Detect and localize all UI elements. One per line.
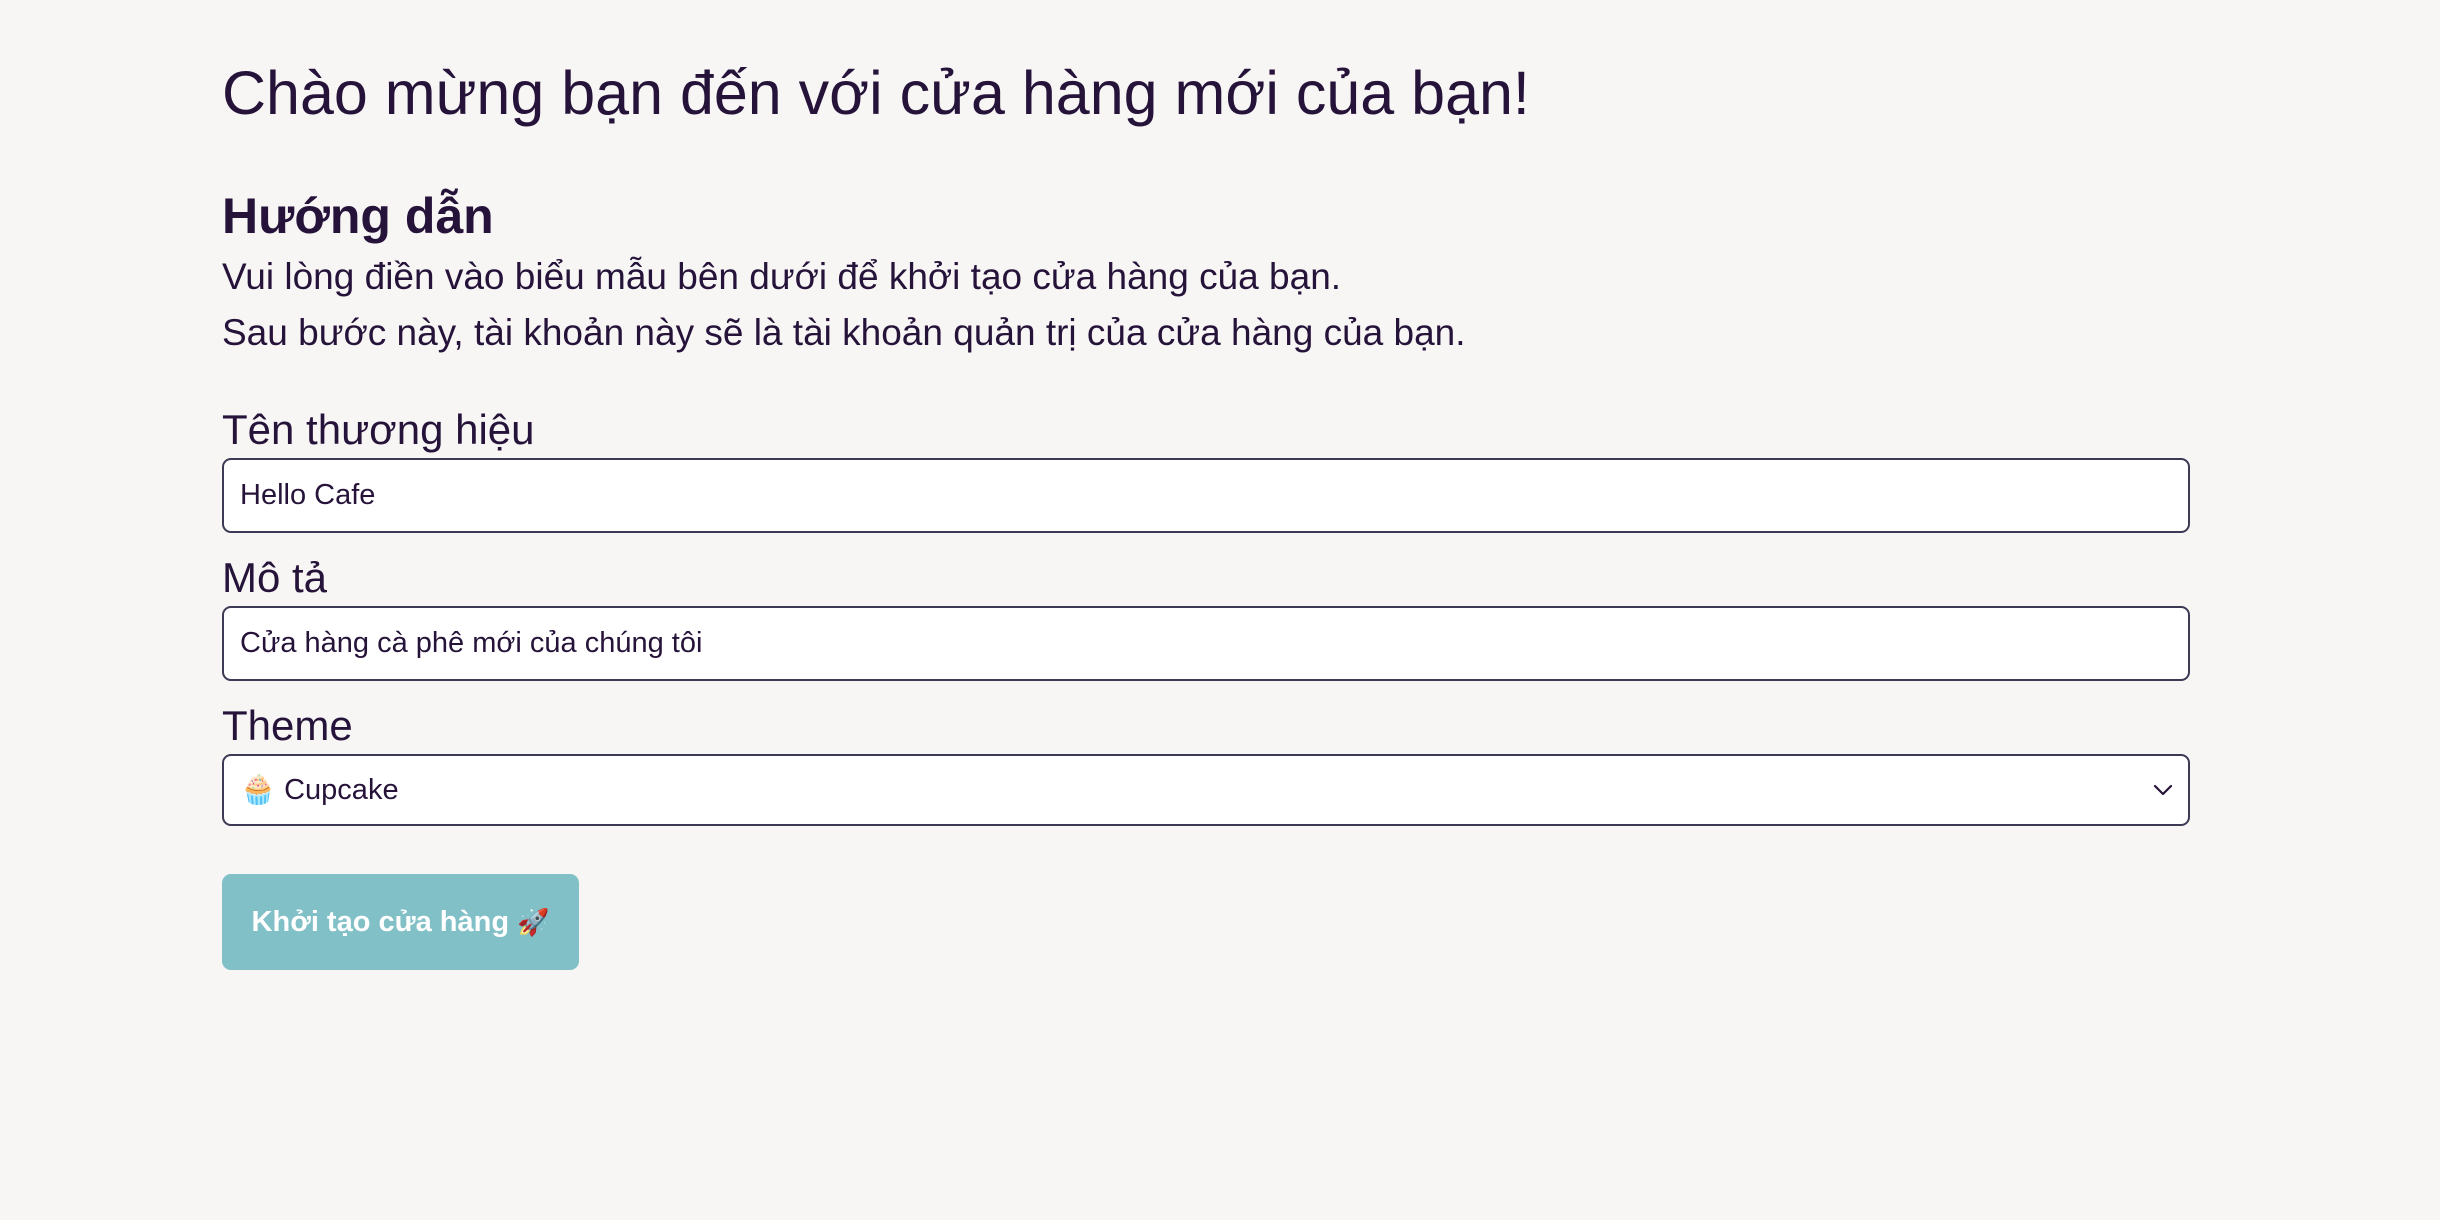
theme-selected-value: 🧁 Cupcake bbox=[240, 773, 399, 807]
instruction-line-1: Vui lòng điền vào biểu mẫu bên dưới để k… bbox=[222, 256, 1342, 297]
page-title: Chào mừng bạn đến với cửa hàng mới của b… bbox=[222, 59, 1530, 127]
brand-name-value: Hello Cafe bbox=[240, 479, 376, 511]
instructions-heading: Hướng dẫn bbox=[222, 188, 494, 244]
rocket-icon: 🚀 bbox=[517, 906, 550, 937]
create-store-button-label: Khởi tạo cửa hàng bbox=[251, 905, 510, 938]
theme-label: Theme bbox=[222, 702, 353, 749]
create-store-button[interactable]: Khởi tạo cửa hàng 🚀 bbox=[222, 874, 579, 970]
instruction-line-2: Sau bước này, tài khoản này sẽ là tài kh… bbox=[222, 312, 1466, 353]
description-value: Cửa hàng cà phê mới của chúng tôi bbox=[240, 627, 703, 659]
brand-name-input[interactable]: Hello Cafe bbox=[222, 458, 2190, 533]
description-input[interactable]: Cửa hàng cà phê mới của chúng tôi bbox=[222, 606, 2190, 681]
chevron-down-icon bbox=[2150, 777, 2176, 803]
brand-name-label: Tên thương hiệu bbox=[222, 406, 535, 453]
description-label: Mô tả bbox=[222, 554, 328, 601]
cupcake-icon: 🧁 bbox=[240, 774, 277, 806]
theme-selected-label: Cupcake bbox=[284, 773, 399, 806]
theme-select[interactable]: 🧁 Cupcake bbox=[222, 754, 2190, 826]
